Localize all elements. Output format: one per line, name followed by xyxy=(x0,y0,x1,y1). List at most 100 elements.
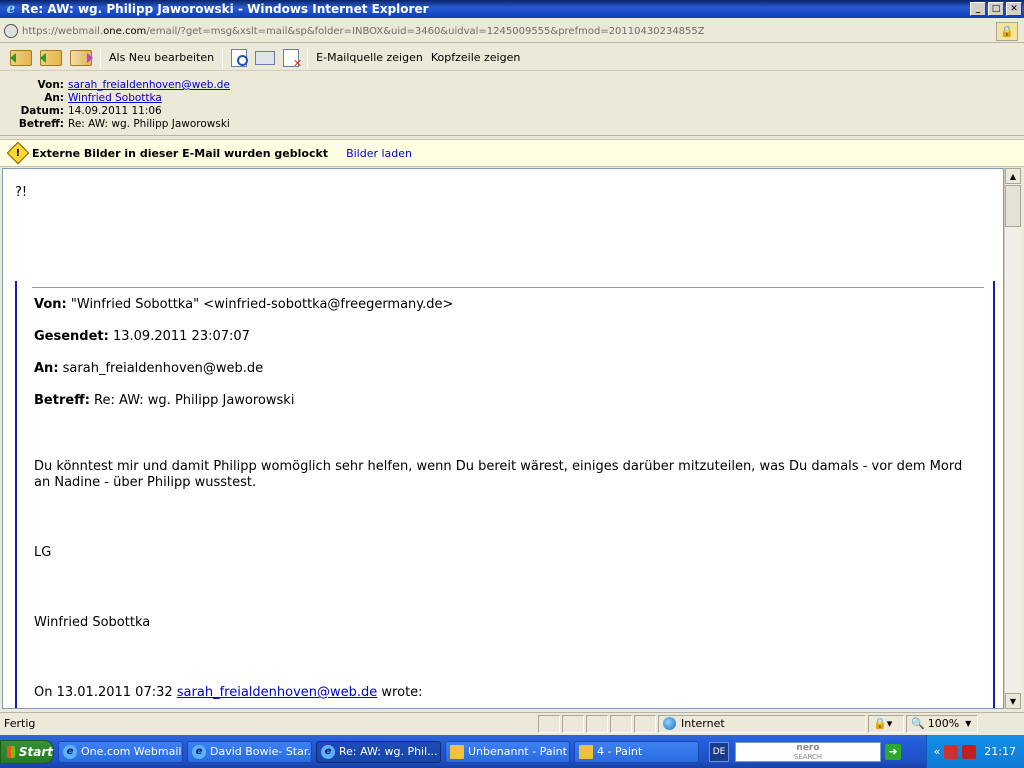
forward-icon xyxy=(70,49,93,66)
status-pane xyxy=(562,714,584,733)
vertical-scrollbar[interactable]: ▲ ▼ xyxy=(1004,168,1021,709)
quote-to-label: An: xyxy=(34,361,59,376)
message-header: Von: sarah_freialdenhoven@web.de An: Win… xyxy=(0,72,1024,136)
delete-button[interactable] xyxy=(279,47,303,70)
lock-icon[interactable]: 🔒 xyxy=(996,21,1018,41)
system-tray: « 21:17 xyxy=(926,735,1024,768)
close-button[interactable]: ✕ xyxy=(1006,2,1022,16)
quote-attribution: On 13.01.2011 07:32 sarah_freialdenhoven… xyxy=(34,685,423,701)
quoted-message: Von: "Winfried Sobottka" <winfried-sobot… xyxy=(15,281,995,708)
start-label: Start xyxy=(18,744,53,759)
print-icon xyxy=(255,50,276,65)
nero-sub: SEARCH xyxy=(793,752,823,761)
security-zone[interactable]: Internet xyxy=(658,714,866,733)
header-from-link[interactable]: sarah_freialdenhoven@web.de xyxy=(68,79,230,92)
taskbar-item-bowie[interactable]: e David Bowie- Star... xyxy=(187,740,312,763)
quote-subject-label: Betreff: xyxy=(34,393,90,408)
status-pane xyxy=(538,714,560,733)
load-images-link[interactable]: Bilder laden xyxy=(346,147,412,160)
reply-button[interactable] xyxy=(6,47,36,69)
url-scheme: https:// xyxy=(22,25,58,37)
header-from-label: Von: xyxy=(37,79,64,91)
quote-from-label: Von: xyxy=(34,297,67,312)
start-button[interactable]: Start xyxy=(0,739,54,764)
reply-all-icon xyxy=(40,49,62,66)
quote-to-value: sarah_freialdenhoven@web.de xyxy=(62,361,264,376)
page-icon xyxy=(4,24,18,38)
blocked-images-bar: ! Externe Bilder in dieser E-Mail wurden… xyxy=(0,139,1024,167)
quote-paragraph-line-1: Du könntest mir und damit Philipp womögl… xyxy=(34,459,963,474)
address-bar[interactable]: https://webmail.one.com/email/?get=msg&x… xyxy=(0,20,1024,43)
quote-sent-label: Gesendet: xyxy=(34,329,109,344)
status-bar: Fertig Internet 🔒▾ 🔍 100% ▼ xyxy=(0,712,1024,734)
taskbar-item-current-mail[interactable]: e Re: AW: wg. Phil... xyxy=(316,740,441,763)
language-indicator[interactable]: DE xyxy=(709,741,729,762)
window-title: Re: AW: wg. Philipp Jaworowski - Windows… xyxy=(21,2,429,16)
minimize-button[interactable]: _ xyxy=(970,2,986,16)
nero-search-input[interactable]: nero SEARCH xyxy=(735,741,881,762)
show-source-button[interactable]: E-Mailquelle zeigen xyxy=(312,47,427,69)
print-button[interactable] xyxy=(251,47,279,69)
header-from: Von: sarah_freialdenhoven@web.de xyxy=(0,79,230,92)
scroll-down-icon[interactable]: ▼ xyxy=(1005,693,1021,709)
status-pane xyxy=(586,714,608,733)
show-headers-button[interactable]: Kopfzeile zeigen xyxy=(427,47,525,69)
header-subject: Betreff: Re: AW: wg. Philipp Jaworowski xyxy=(0,118,230,131)
scroll-thumb[interactable] xyxy=(1005,185,1021,227)
mark-new-button[interactable]: Als Neu bearbeiten xyxy=(105,47,218,69)
shield-icon[interactable] xyxy=(944,744,959,759)
ie-icon: e xyxy=(6,1,16,17)
globe-icon xyxy=(663,717,676,730)
url-host: webmail. xyxy=(57,25,104,37)
antivirus-icon[interactable] xyxy=(962,744,977,759)
expand-tray-icon[interactable]: « xyxy=(934,745,941,758)
quote-divider xyxy=(32,287,984,288)
header-date-value: 14.09.2011 11:06 xyxy=(68,105,162,117)
warning-icon: ! xyxy=(6,141,30,165)
header-subject-value: Re: AW: wg. Philipp Jaworowski xyxy=(68,118,230,130)
url-domain: one.com xyxy=(103,25,147,37)
quote-subject-value: Re: AW: wg. Philipp Jaworowski xyxy=(94,393,295,408)
scroll-up-icon[interactable]: ▲ xyxy=(1005,168,1021,184)
reply-icon xyxy=(10,49,32,66)
task-label: 4 - Paint xyxy=(597,745,643,758)
chevron-down-icon: ▼ xyxy=(965,719,972,728)
nero-brand: nero xyxy=(796,742,820,753)
windows-flag-icon xyxy=(7,745,15,758)
taskbar-item-paint-4[interactable]: 4 - Paint xyxy=(574,740,699,763)
message-body[interactable]: ?! Von: "Winfried Sobottka" <winfried-so… xyxy=(2,168,1004,709)
header-date-label: Datum: xyxy=(20,105,64,117)
header-to-link[interactable]: Winfried Sobottka xyxy=(68,92,162,105)
protected-mode-icon[interactable]: 🔒▾ xyxy=(868,714,904,733)
zoom-control[interactable]: 🔍 100% ▼ xyxy=(906,714,978,733)
status-text: Fertig xyxy=(4,717,36,730)
quote-sent-value: 13.09.2011 23:07:07 xyxy=(112,329,250,344)
body-top-text: ?! xyxy=(15,185,28,200)
warning-text: Externe Bilder in dieser E-Mail wurden g… xyxy=(32,146,329,160)
taskbar-item-paint-unnamed[interactable]: Unbenannt - Paint xyxy=(445,740,570,763)
taskbar-item-webmail[interactable]: e One.com Webmail... xyxy=(58,740,183,763)
quote-subject: Betreff: Re: AW: wg. Philipp Jaworowski xyxy=(34,393,294,409)
ie-icon: e xyxy=(63,744,77,759)
search-doc-icon xyxy=(231,48,249,67)
url-path: /email/?get=msg&xslt=mail&sp&folder=INBO… xyxy=(146,25,705,37)
ie-icon: e xyxy=(321,744,335,759)
status-pane xyxy=(610,714,632,733)
task-label: Unbenannt - Paint xyxy=(468,745,567,758)
reply-all-button[interactable] xyxy=(36,47,66,69)
zone-label: Internet xyxy=(681,717,725,730)
attribution-date: On 13.01.2011 07:32 xyxy=(34,685,173,700)
zoom-level: 100% xyxy=(927,717,960,730)
status-pane xyxy=(634,714,656,733)
search-go-icon[interactable]: ➜ xyxy=(885,743,901,760)
toolbar-divider xyxy=(222,47,224,68)
taskbar: Start e One.com Webmail... e David Bowie- … xyxy=(0,735,1024,768)
forward-button[interactable] xyxy=(66,47,96,69)
restore-button[interactable]: □ xyxy=(988,2,1004,16)
mail-toolbar: Als Neu bearbeiten E-Mailquelle zeigen K… xyxy=(0,45,1024,71)
url-field[interactable]: https://webmail.one.com/email/?get=msg&x… xyxy=(22,26,996,37)
window-title-bar[interactable]: e Re: AW: wg. Philipp Jaworowski - Windo… xyxy=(0,0,1024,18)
attribution-email-link[interactable]: sarah_freialdenhoven@web.de xyxy=(177,685,378,700)
preview-button[interactable] xyxy=(227,47,251,69)
quote-sent: Gesendet: 13.09.2011 23:07:07 xyxy=(34,329,250,345)
